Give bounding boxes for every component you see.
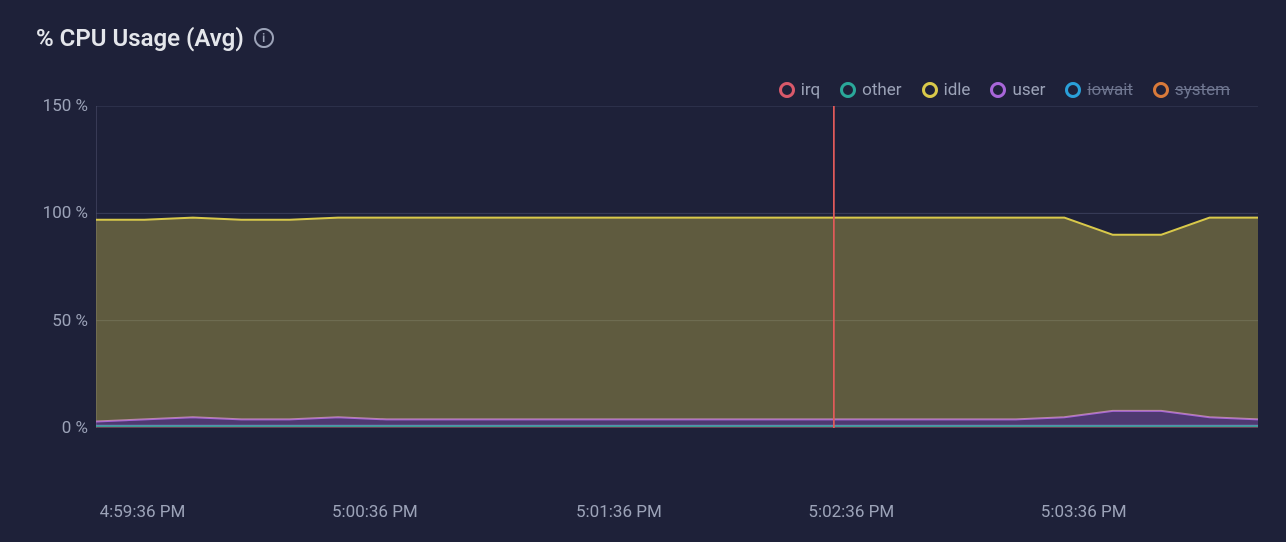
legend-item-user[interactable]: user bbox=[990, 80, 1045, 100]
legend-label: other bbox=[862, 80, 901, 100]
legend-label: idle bbox=[944, 80, 971, 100]
legend-label: irq bbox=[801, 80, 820, 100]
chart-svg bbox=[96, 106, 1258, 428]
legend-swatch-icon bbox=[990, 82, 1006, 98]
x-tick-label: 5:02:36 PM bbox=[808, 502, 894, 522]
y-axis: 150 %100 %50 %0 % bbox=[28, 106, 96, 492]
legend-swatch-icon bbox=[1153, 82, 1169, 98]
legend-swatch-icon bbox=[922, 82, 938, 98]
chart-legend: irq other idle user iowait system bbox=[28, 80, 1258, 100]
y-tick-label: 50 % bbox=[52, 311, 88, 331]
legend-item-idle[interactable]: idle bbox=[922, 80, 971, 100]
cpu-usage-panel: % CPU Usage (Avg) i irq other idle user iowa… bbox=[0, 0, 1286, 542]
legend-item-system[interactable]: system bbox=[1153, 80, 1230, 100]
legend-item-iowait[interactable]: iowait bbox=[1065, 80, 1133, 100]
plot-area[interactable] bbox=[96, 106, 1258, 428]
panel-title: % CPU Usage (Avg) bbox=[36, 24, 244, 52]
info-icon[interactable]: i bbox=[254, 28, 274, 48]
legend-label: user bbox=[1012, 80, 1045, 100]
x-tick-label: 5:01:36 PM bbox=[576, 502, 662, 522]
x-tick-label: 4:59:36 PM bbox=[100, 502, 186, 522]
legend-item-other[interactable]: other bbox=[840, 80, 901, 100]
legend-item-irq[interactable]: irq bbox=[779, 80, 820, 100]
legend-swatch-icon bbox=[1065, 82, 1081, 98]
x-tick-label: 5:03:36 PM bbox=[1041, 502, 1127, 522]
y-tick-label: 100 % bbox=[43, 203, 88, 223]
y-tick-label: 150 % bbox=[43, 96, 88, 116]
x-axis: 4:59:36 PM 5:00:36 PM 5:01:36 PM 5:02:36 PM… bbox=[96, 502, 1258, 526]
panel-header: % CPU Usage (Avg) i bbox=[28, 24, 1258, 52]
legend-swatch-icon bbox=[840, 82, 856, 98]
area-idle bbox=[96, 218, 1258, 422]
legend-label: system bbox=[1175, 80, 1230, 100]
chart-body: 150 %100 %50 %0 % bbox=[28, 106, 1258, 492]
y-tick-label: 0 % bbox=[62, 418, 88, 438]
x-tick-label: 5:00:36 PM bbox=[332, 502, 418, 522]
legend-label: iowait bbox=[1087, 80, 1133, 100]
legend-swatch-icon bbox=[779, 82, 795, 98]
